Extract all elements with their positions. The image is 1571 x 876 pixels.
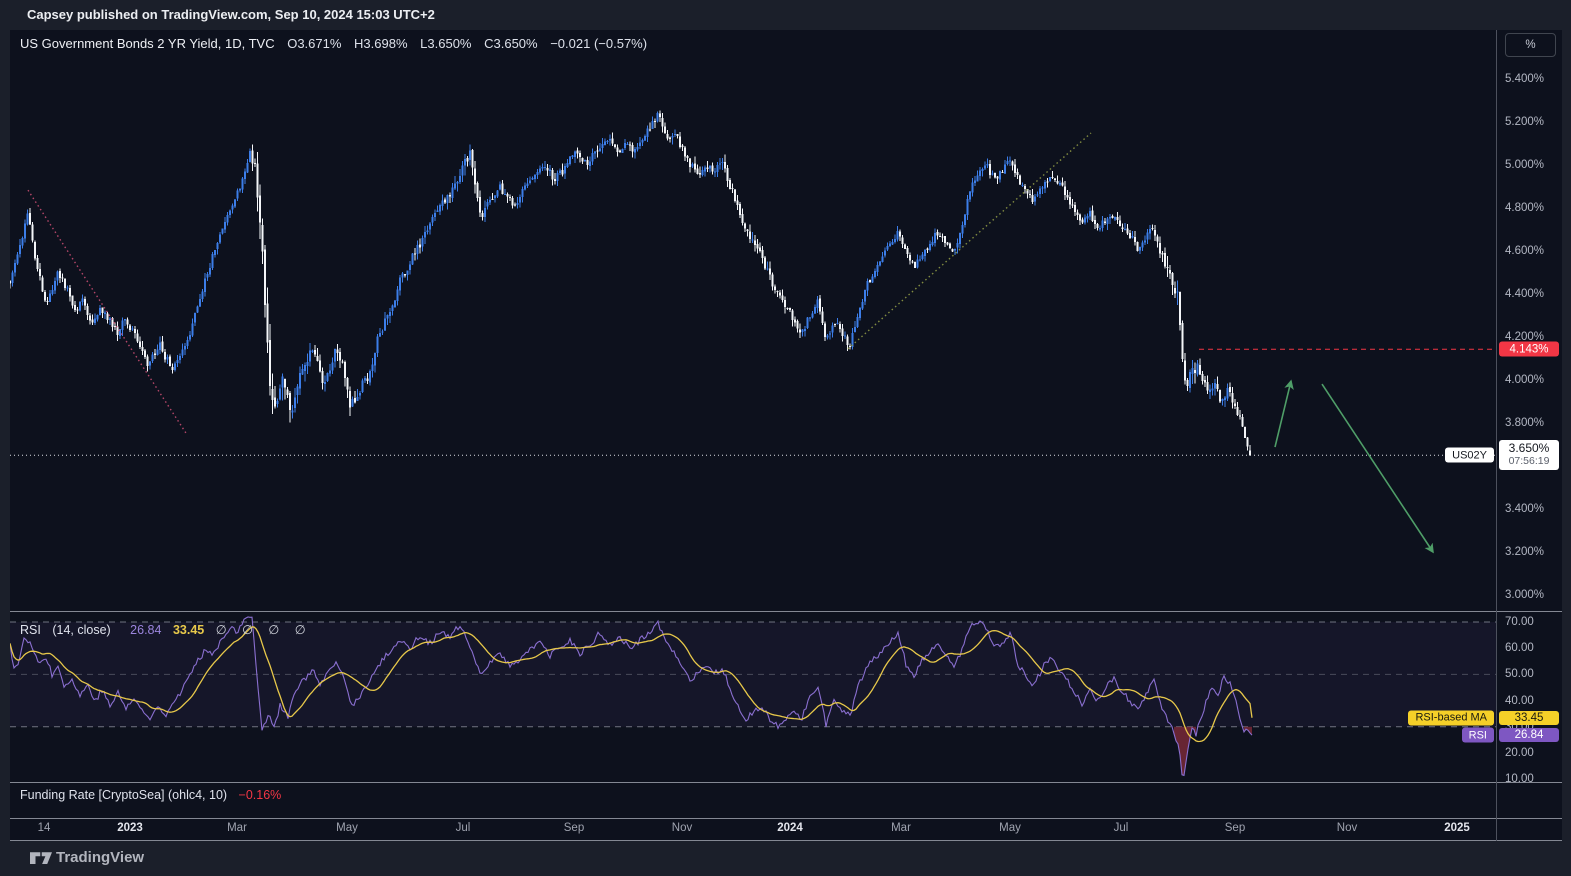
footer-bar: TradingView: [0, 841, 1571, 876]
price-tick-label: 5.000%: [1505, 159, 1544, 171]
price-tick-label: 3.200%: [1505, 546, 1544, 558]
price-tick-label: 3.800%: [1505, 417, 1544, 429]
price-tick-label: 4.600%: [1505, 245, 1544, 257]
price-axis[interactable]: % 4.143% 3.650% 07:56:19 33.45 26.84 5.4…: [1497, 30, 1562, 841]
ohlc-close: C3.650%: [484, 36, 537, 51]
time-tick-label: Nov: [1337, 822, 1357, 834]
price-tick-label: 4.000%: [1505, 374, 1544, 386]
uptrend-2024: [848, 133, 1091, 349]
funding-header: Funding Rate [CryptoSea] (ohlc4, 10) −0.…: [20, 788, 289, 802]
last-price-value: 3.650%: [1509, 441, 1550, 455]
ohlc-low: L3.650%: [420, 36, 471, 51]
time-tick-label: Jul: [1114, 822, 1129, 834]
rsi-value-badge: 26.84: [1499, 728, 1559, 742]
time-tick-label: May: [336, 822, 358, 834]
time-axis[interactable]: 14 2023 Mar May Jul Sep Nov 2024 Mar May Jul Sep Nov…: [10, 818, 1562, 840]
price-tick-label: 5.200%: [1505, 116, 1544, 128]
rsi-tick-label: 60.00: [1505, 642, 1534, 654]
rsi-ma-value-badge: 33.45: [1499, 711, 1559, 725]
rsi-tick-label: 20.00: [1505, 747, 1534, 759]
time-tick-label: 14: [38, 822, 51, 834]
ohlc-open: O3.671%: [287, 36, 341, 51]
bounce-up: [1275, 381, 1291, 447]
price-tick-label: 3.000%: [1505, 589, 1544, 601]
time-tick-label: Mar: [891, 822, 911, 834]
projection-down: [1322, 384, 1433, 552]
pane-separator-funding[interactable]: [10, 782, 1562, 783]
price-tick-label: 4.800%: [1505, 202, 1544, 214]
rsi-ma-series-label: RSI-based MA: [1408, 710, 1494, 725]
rsi-current-value: 26.84: [130, 623, 161, 637]
rsi-header: RSI (14, close) 26.84 33.45 ∅ ∅ ∅ ∅: [20, 622, 320, 637]
time-tick-label: Nov: [672, 822, 692, 834]
time-tick-label: 2023: [117, 822, 143, 834]
price-axis-border: [1496, 30, 1497, 841]
downtrend-late-2022: [28, 190, 186, 433]
candlestick-series: [10, 111, 1251, 456]
bar-countdown: 07:56:19: [1499, 455, 1559, 468]
pane-separator-rsi[interactable]: [10, 611, 1562, 612]
funding-title: Funding Rate [CryptoSea] (ohlc4, 10): [20, 788, 227, 802]
rsi-tick-label: 10.00: [1505, 773, 1534, 785]
symbol-header: US Government Bonds 2 YR Yield, 1D, TVC …: [20, 36, 656, 51]
price-tick-label: 5.400%: [1505, 73, 1544, 85]
publish-bar: Capsey published on TradingView.com, Sep…: [0, 0, 1571, 30]
rsi-series-label: RSI: [1462, 728, 1494, 743]
price-change: −0.021 (−0.57%): [550, 36, 647, 51]
rsi-hidden-values: ∅ ∅ ∅ ∅: [216, 623, 312, 637]
tradingview-logo-icon[interactable]: [30, 850, 52, 867]
last-price-badge: 3.650% 07:56:19: [1499, 440, 1559, 470]
time-axis-border: [10, 818, 1562, 819]
time-tick-label: Sep: [564, 822, 584, 834]
symbol-title: US Government Bonds 2 YR Yield, 1D, TVC: [20, 36, 275, 51]
time-tick-label: May: [999, 822, 1021, 834]
ohlc-high: H3.698%: [354, 36, 407, 51]
time-tick-label: 2024: [777, 822, 803, 834]
price-tick-label: 4.400%: [1505, 288, 1544, 300]
tradingview-snapshot: Capsey published on TradingView.com, Sep…: [0, 0, 1571, 876]
funding-value: −0.16%: [239, 788, 282, 802]
time-tick-label: 2025: [1444, 822, 1470, 834]
chart-plot-area[interactable]: [10, 30, 1496, 841]
unit-percent-button[interactable]: %: [1505, 33, 1556, 57]
rsi-tick-label: 40.00: [1505, 695, 1534, 707]
rsi-title: RSI (14, close): [20, 623, 119, 637]
price-tick-label: 3.400%: [1505, 503, 1544, 515]
time-tick-label: Sep: [1225, 822, 1245, 834]
chart-bottom-border: [10, 840, 1562, 841]
alert-price-badge: 4.143%: [1499, 342, 1559, 357]
time-tick-label: Jul: [456, 822, 471, 834]
rsi-tick-label: 50.00: [1505, 668, 1534, 680]
chart-widget[interactable]: US Government Bonds 2 YR Yield, 1D, TVC …: [10, 30, 1562, 841]
symbol-last-price-label: US02Y: [1445, 448, 1494, 463]
tradingview-wordmark[interactable]: TradingView: [56, 849, 144, 866]
rsi-ma-current-value: 33.45: [173, 623, 204, 637]
rsi-tick-label: 70.00: [1505, 616, 1534, 628]
publish-text: Capsey published on TradingView.com, Sep…: [27, 7, 435, 22]
time-tick-label: Mar: [227, 822, 247, 834]
